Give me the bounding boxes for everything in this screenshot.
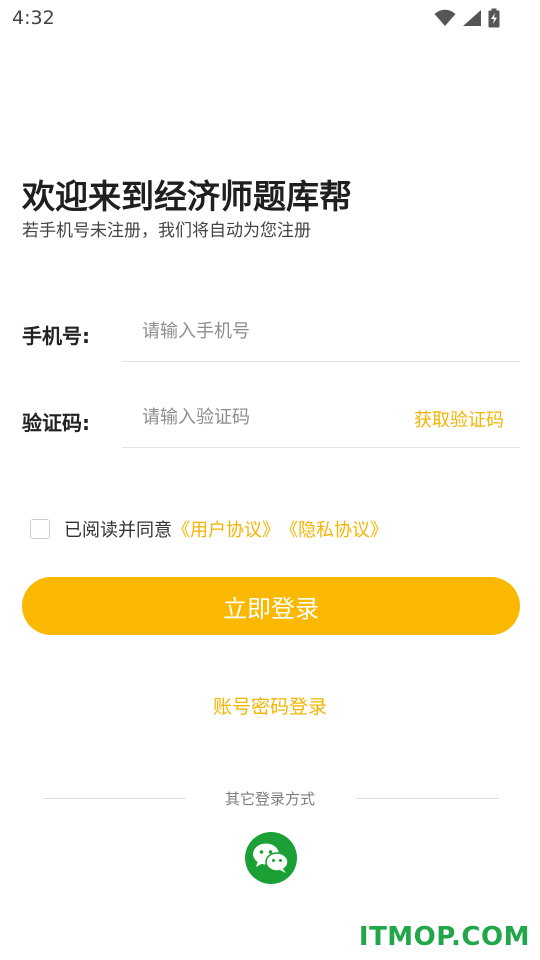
wechat-login-button[interactable] <box>245 832 297 884</box>
status-time: 4:32 <box>12 7 55 29</box>
login-button[interactable]: 立即登录 <box>22 577 520 635</box>
user-agreement-link[interactable]: 《用户协议》 <box>172 516 280 542</box>
code-label: 验证码: <box>22 411 90 435</box>
wifi-icon <box>434 9 456 26</box>
status-icons <box>434 8 500 28</box>
page-title: 欢迎来到经济师题库帮 <box>22 177 352 216</box>
wechat-icon <box>253 843 289 873</box>
status-bar: 4:32 <box>0 0 540 36</box>
privacy-agreement-link[interactable]: 《隐私协议》 <box>280 516 388 542</box>
divider-right <box>356 798 499 799</box>
phone-input[interactable] <box>122 302 520 362</box>
phone-label: 手机号: <box>22 324 90 348</box>
get-code-button[interactable]: 获取验证码 <box>414 406 504 432</box>
password-login-link[interactable]: 账号密码登录 <box>213 696 327 718</box>
watermark-logo: ITMOP.COM <box>358 922 530 952</box>
battery-icon <box>488 8 500 28</box>
agree-text: 已阅读并同意 <box>64 520 172 541</box>
signal-icon <box>463 10 481 26</box>
agreement-row: 已阅读并同意 《用户协议》 《隐私协议》 <box>30 516 388 542</box>
password-login-row: 账号密码登录 <box>0 692 540 719</box>
agree-checkbox[interactable] <box>30 519 50 539</box>
page-subtitle: 若手机号未注册，我们将自动为您注册 <box>22 221 311 241</box>
